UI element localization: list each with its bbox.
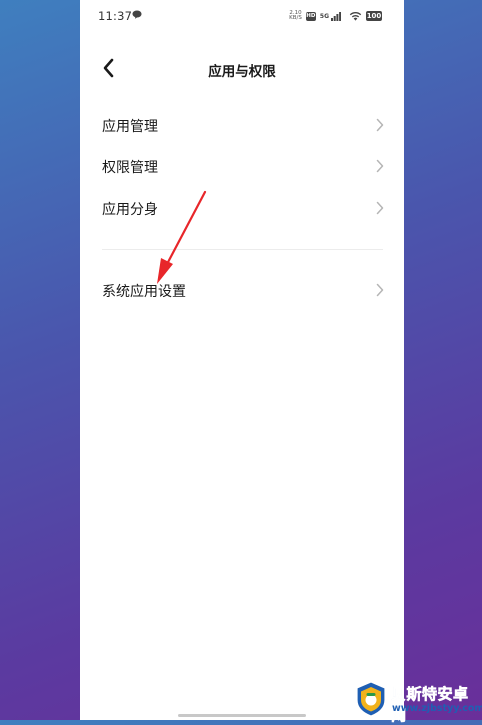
status-time: 11:37: [98, 9, 133, 23]
hd-icon: HD: [305, 11, 316, 21]
menu-item-label: 应用分身: [102, 202, 158, 218]
page-title: 应用与权限: [208, 64, 276, 80]
watermark: 贝斯特安卓网 www.zjbstyy.com: [354, 681, 482, 724]
menu-item-app-clone[interactable]: 应用分身: [80, 189, 404, 229]
section-divider: [102, 249, 383, 250]
chevron-right-icon: [376, 283, 384, 297]
watermark-url: www.zjbstyy.com: [392, 703, 482, 714]
phone-screen: 11:37 2.10 KB/S HD 5G 100 应用与权限 应用管理 权限管…: [80, 0, 404, 720]
chevron-right-icon: [376, 118, 384, 132]
chevron-right-icon: [376, 159, 384, 173]
network-speed: 2.10 KB/S: [289, 10, 302, 22]
speed-unit: KB/S: [289, 15, 302, 21]
menu-item-app-management[interactable]: 应用管理: [80, 106, 404, 146]
home-indicator[interactable]: [178, 714, 306, 717]
network-type-label: 5G: [319, 12, 329, 20]
menu-item-label: 权限管理: [102, 160, 158, 176]
menu-item-label: 应用管理: [102, 119, 158, 135]
battery-icon: 100: [366, 11, 382, 21]
status-icons: 2.10 KB/S HD 5G 100: [289, 9, 382, 23]
wifi-icon: [349, 12, 362, 21]
menu-item-permission-management[interactable]: 权限管理: [80, 147, 404, 187]
message-icon: [132, 10, 142, 19]
watermark-logo-icon: [356, 681, 386, 717]
status-bar: 11:37 2.10 KB/S HD 5G 100: [80, 0, 404, 32]
menu-item-system-app-settings[interactable]: 系统应用设置: [80, 271, 404, 311]
cellular-signal-icon: [331, 11, 341, 21]
menu-item-label: 系统应用设置: [102, 284, 186, 300]
chevron-right-icon: [376, 201, 384, 215]
